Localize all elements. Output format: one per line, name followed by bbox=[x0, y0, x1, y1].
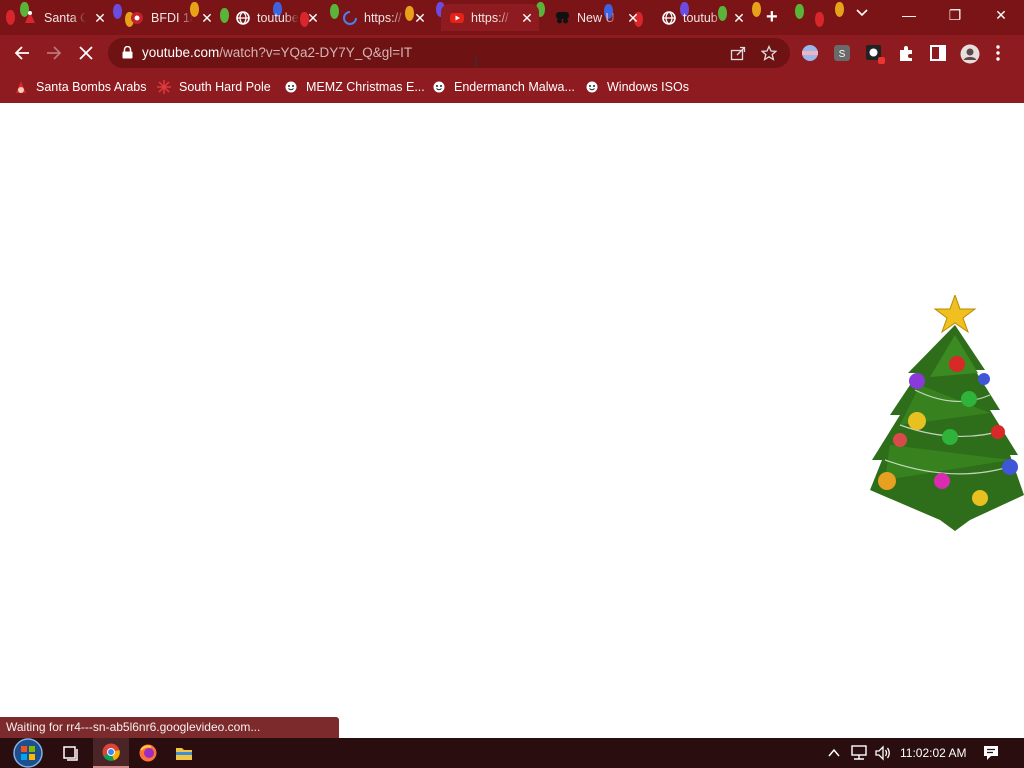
close-icon[interactable]: ✕ bbox=[199, 10, 215, 26]
close-icon[interactable]: ✕ bbox=[412, 10, 428, 26]
firefox-icon bbox=[139, 744, 157, 762]
taskbar-file-explorer[interactable] bbox=[166, 738, 202, 768]
show-hidden-icons-chevron-icon[interactable] bbox=[828, 746, 840, 764]
smiley-icon bbox=[432, 80, 446, 94]
network-icon[interactable] bbox=[850, 745, 868, 766]
start-icon bbox=[13, 738, 43, 768]
minimize-button[interactable]: — bbox=[886, 0, 932, 30]
close-icon[interactable]: ✕ bbox=[625, 10, 641, 26]
bookmark-label: South Hard Pole bbox=[179, 80, 271, 94]
tab-toutube-1[interactable]: toutube ✕ bbox=[227, 4, 325, 31]
volume-icon[interactable] bbox=[874, 745, 892, 766]
bookmark-memz-christmas[interactable]: MEMZ Christmas E... bbox=[284, 77, 425, 97]
text-cursor-icon: I bbox=[474, 55, 479, 71]
bookmark-south-hard-pole[interactable]: South Hard Pole bbox=[157, 77, 271, 97]
close-icon[interactable]: ✕ bbox=[731, 10, 747, 26]
file-explorer-icon bbox=[176, 748, 192, 760]
start-button[interactable] bbox=[8, 738, 48, 768]
status-bubble: Waiting for rr4---sn-ab5l6nr6.googlevide… bbox=[0, 717, 339, 738]
chrome-icon bbox=[102, 743, 120, 761]
tab-bfdi[interactable]: BFDI 1a ✕ bbox=[121, 4, 219, 31]
close-icon[interactable]: ✕ bbox=[519, 10, 535, 26]
santa-icon bbox=[22, 10, 37, 25]
forward-button[interactable] bbox=[42, 41, 66, 65]
snowflake-icon bbox=[157, 80, 171, 94]
s-extension-icon[interactable]: S bbox=[833, 44, 851, 62]
bookmark-star-icon[interactable] bbox=[760, 44, 778, 61]
tab-https-1[interactable]: https:// ✕ bbox=[334, 4, 432, 31]
tab-santa[interactable]: Santa C ✕ bbox=[14, 4, 112, 31]
window-close-button[interactable]: ✕ bbox=[978, 0, 1024, 30]
more-menu-icon[interactable] bbox=[995, 44, 1013, 62]
taskbar-firefox[interactable] bbox=[130, 738, 166, 768]
loading-spinner-icon bbox=[342, 10, 357, 25]
bookmark-windows-isos[interactable]: Windows ISOs bbox=[585, 77, 689, 97]
bookmark-label: Santa Bombs Arabs bbox=[36, 80, 147, 94]
action-center-icon[interactable] bbox=[983, 745, 999, 766]
bookmark-label: Windows ISOs bbox=[607, 80, 689, 94]
close-icon[interactable]: ✕ bbox=[92, 10, 108, 26]
new-tab-button[interactable]: + bbox=[766, 7, 778, 27]
tab-search-chevron-icon[interactable] bbox=[856, 6, 868, 20]
incognito-icon bbox=[555, 10, 570, 25]
arrow-left-icon bbox=[14, 46, 29, 60]
url-path: /watch?v=YQa2-DY7Y_Q&gl=IT bbox=[219, 45, 413, 60]
santa-icon bbox=[14, 80, 28, 94]
tab-new-u[interactable]: New U ✕ bbox=[547, 4, 645, 31]
smiley-icon bbox=[284, 80, 298, 94]
youtube-icon bbox=[449, 10, 464, 25]
extensions-puzzle-icon[interactable] bbox=[897, 44, 915, 62]
flag-extension-icon[interactable] bbox=[801, 44, 819, 62]
tab-toutube-2[interactable]: toutub ✕ bbox=[653, 4, 751, 31]
tab-title: https:// bbox=[364, 10, 402, 25]
close-icon[interactable]: ✕ bbox=[305, 10, 321, 26]
side-panel-icon[interactable] bbox=[929, 44, 947, 62]
tab-title: https:// bbox=[471, 10, 509, 25]
bookmarks-bar: Santa Bombs Arabs South Hard Pole MEMZ C… bbox=[0, 71, 1024, 104]
smiley-icon bbox=[585, 80, 599, 94]
tab-title: toutube bbox=[257, 10, 299, 25]
browser-toolbar: youtube.com/watch?v=YQa2-DY7Y_Q&gl=IT S bbox=[0, 35, 1024, 71]
globe-icon bbox=[661, 10, 676, 25]
lock-icon[interactable] bbox=[122, 45, 133, 64]
back-button[interactable] bbox=[10, 41, 34, 65]
tab-title: toutub bbox=[683, 10, 718, 25]
bookmark-label: MEMZ Christmas E... bbox=[306, 80, 425, 94]
globe-icon bbox=[235, 10, 250, 25]
stop-loading-button[interactable] bbox=[74, 41, 98, 65]
task-view-icon bbox=[63, 746, 78, 761]
bookmark-santa-bombs-arabs[interactable]: Santa Bombs Arabs bbox=[14, 77, 146, 97]
restore-button[interactable]: ❐ bbox=[932, 0, 978, 30]
url-domain: youtube.com bbox=[142, 45, 220, 60]
christmas-tree-decoration bbox=[870, 295, 1024, 531]
arrow-right-icon bbox=[47, 46, 62, 60]
url-text[interactable]: youtube.com/watch?v=YQa2-DY7Y_Q&gl=IT bbox=[142, 45, 412, 60]
svg-text:S: S bbox=[839, 49, 846, 60]
address-bar[interactable]: youtube.com/watch?v=YQa2-DY7Y_Q&gl=IT bbox=[108, 38, 790, 68]
tab-title: New U bbox=[577, 10, 615, 25]
share-icon[interactable] bbox=[730, 45, 746, 61]
task-view-button[interactable] bbox=[54, 738, 90, 768]
tab-title: BFDI 1a bbox=[151, 10, 193, 25]
bookmark-label: Endermanch Malwa... bbox=[454, 80, 575, 94]
tab-https-2-active[interactable]: https:// ✕ bbox=[441, 4, 539, 31]
page-content-blank bbox=[0, 103, 1024, 738]
taskbar: 11:02:02 AM bbox=[0, 738, 1024, 768]
taskbar-clock[interactable]: 11:02:02 AM bbox=[900, 746, 967, 760]
stop-icon bbox=[79, 46, 93, 60]
profile-avatar-icon[interactable] bbox=[960, 44, 980, 64]
recorder-extension-icon[interactable] bbox=[865, 44, 885, 64]
bookmark-endermanch-malware[interactable]: Endermanch Malwa... bbox=[432, 77, 575, 97]
taskbar-chrome[interactable] bbox=[93, 738, 129, 768]
bfdi-icon bbox=[129, 10, 144, 25]
tab-title: Santa C bbox=[44, 10, 86, 25]
tab-strip: Santa C ✕ BFDI 1a ✕ toutube ✕ https:// ✕… bbox=[0, 0, 1024, 35]
